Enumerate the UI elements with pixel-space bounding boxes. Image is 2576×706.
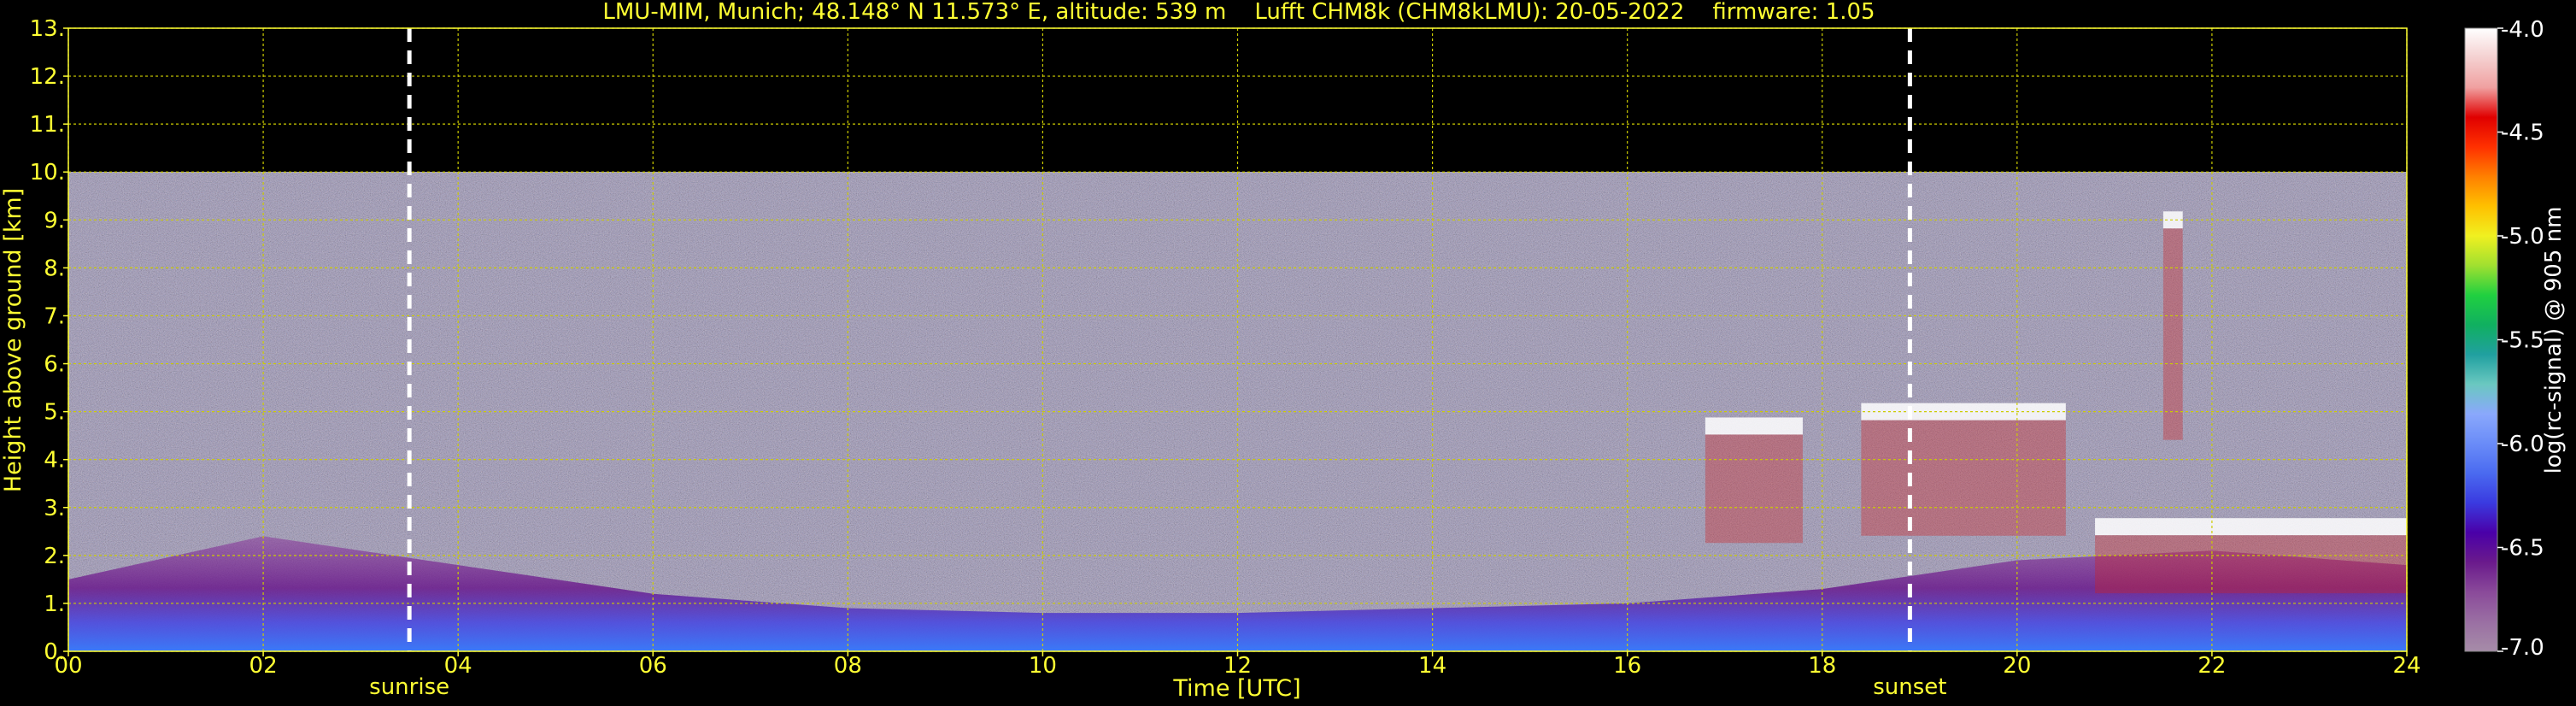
colorbar-ticks: -4.0 -4.5 -5.0 -5.5 -6.0 -6.5 -7.0 <box>2497 17 2544 661</box>
colorbar-tick-label: -7.0 <box>2501 635 2544 661</box>
x-tick-label: 10 <box>1029 653 1057 679</box>
cloud-precip <box>1861 420 2066 536</box>
y-axis-label: Height above ground [km] <box>0 188 26 492</box>
colorbar-tick-label: -5.5 <box>2501 328 2544 354</box>
y-tick-label: 3. <box>44 496 65 521</box>
y-tick-label: 6. <box>44 352 65 378</box>
x-tick-label: 16 <box>1613 653 1641 679</box>
cloud-precip <box>1705 434 1803 544</box>
event-label-sunset: sunset <box>1873 674 1946 700</box>
x-tick-label: 04 <box>444 653 472 679</box>
ceilometer-chart: LMU-MIM, Munich; 48.148° N 11.573° E, al… <box>0 0 2567 702</box>
colorbar-tick-label: -4.5 <box>2501 121 2544 146</box>
colorbar-tick-label: -6.0 <box>2501 432 2544 457</box>
y-tick-label: 2. <box>44 544 65 569</box>
x-tick-label: 20 <box>2003 653 2031 679</box>
colorbar-tick-label: -5.0 <box>2501 224 2544 250</box>
x-axis-label: Time [UTC] <box>1172 675 1300 702</box>
y-axis-ticks: 0. 1. 2. 3. 4. 5. 6. 7. 8. 9. 10. 11. 12. 13. <box>30 16 68 665</box>
cloud-precip <box>2162 228 2183 440</box>
y-tick-label: 4. <box>44 448 65 474</box>
x-tick-label: 06 <box>639 653 667 679</box>
colorbar-label: log(rc-signal) @ 905 nm <box>2541 207 2567 474</box>
y-tick-label: 12. <box>30 64 65 90</box>
cloud-layer <box>1861 403 2066 421</box>
chart-title: LMU-MIM, Munich; 48.148° N 11.573° E, al… <box>602 0 1875 25</box>
colorbar: -4.0 -4.5 -5.0 -5.5 -6.0 -6.5 -7.0 log(rc-sign… <box>2464 17 2567 661</box>
y-tick-label: 7. <box>44 303 65 329</box>
y-tick-label: 8. <box>44 256 65 281</box>
y-tick-label: 1. <box>44 591 65 617</box>
cloud-precip <box>2095 535 2407 594</box>
x-tick-label: 22 <box>2198 653 2226 679</box>
y-tick-label: 11. <box>30 112 65 138</box>
x-tick-label: 02 <box>249 653 278 679</box>
colorbar-gradient <box>2464 27 2498 652</box>
y-tick-label: 0. <box>44 639 65 665</box>
cloud-layer <box>1705 417 1803 435</box>
event-label-sunrise: sunrise <box>369 674 449 700</box>
x-tick-label: 18 <box>1808 653 1836 679</box>
x-tick-label: 24 <box>2392 653 2421 679</box>
x-tick-label: 14 <box>1418 653 1446 679</box>
plot-area: sunrise sunset <box>67 27 2408 700</box>
y-tick-label: 9. <box>44 208 65 233</box>
y-tick-label: 5. <box>44 400 65 426</box>
y-tick-label: 13. <box>30 16 65 42</box>
colorbar-tick-label: -6.5 <box>2501 536 2544 562</box>
colorbar-tick-label: -4.0 <box>2501 17 2544 43</box>
cloud-layer <box>2095 518 2407 536</box>
x-tick-label: 08 <box>834 653 862 679</box>
y-tick-label: 10. <box>30 160 65 185</box>
